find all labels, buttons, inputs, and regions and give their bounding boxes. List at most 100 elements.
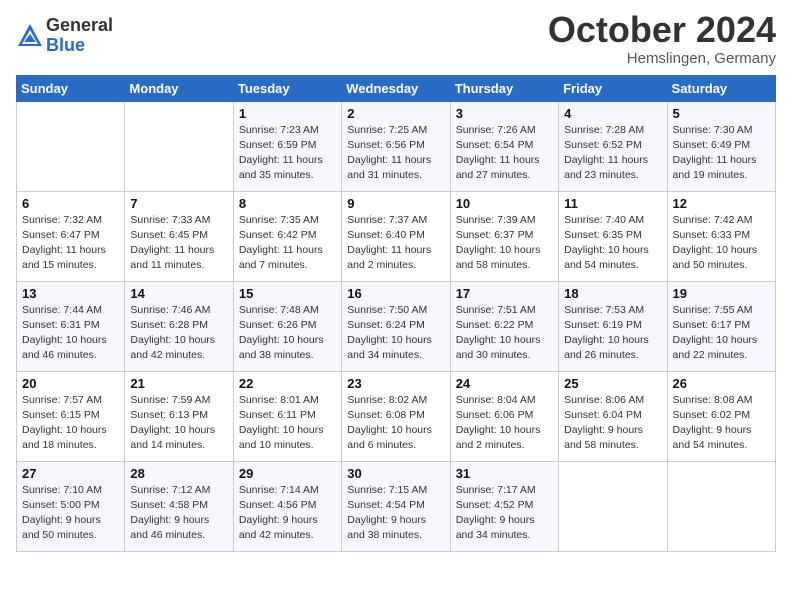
day-info: Sunrise: 7:55 AM Sunset: 6:17 PM Dayligh… bbox=[673, 303, 770, 364]
day-number: 13 bbox=[22, 286, 119, 301]
calendar-cell-w5-d6 bbox=[559, 461, 667, 551]
calendar-cell-w4-d7: 26Sunrise: 8:08 AM Sunset: 6:02 PM Dayli… bbox=[667, 371, 775, 461]
day-info: Sunrise: 7:25 AM Sunset: 6:56 PM Dayligh… bbox=[347, 123, 444, 184]
calendar-cell-w2-d4: 9 Sunrise: 7:37 AM Sunset: 6:40 PM Daylig… bbox=[342, 191, 450, 281]
logo-blue-text: Blue bbox=[46, 36, 113, 56]
calendar-cell-w1-d6: 4 Sunrise: 7:28 AM Sunset: 6:52 PM Daylig… bbox=[559, 101, 667, 191]
col-monday: Monday bbox=[125, 75, 233, 101]
calendar-cell-w2-d7: 12Sunrise: 7:42 AM Sunset: 6:33 PM Dayli… bbox=[667, 191, 775, 281]
calendar-week-2: 6 Sunrise: 7:32 AM Sunset: 6:47 PM Daylig… bbox=[17, 191, 776, 281]
col-wednesday: Wednesday bbox=[342, 75, 450, 101]
day-info: Sunrise: 7:30 AM Sunset: 6:49 PM Dayligh… bbox=[673, 123, 770, 184]
day-number: 1 bbox=[239, 106, 336, 121]
day-info: Sunrise: 7:59 AM Sunset: 6:13 PM Dayligh… bbox=[130, 393, 227, 454]
day-info: Sunrise: 7:50 AM Sunset: 6:24 PM Dayligh… bbox=[347, 303, 444, 364]
day-info: Sunrise: 7:42 AM Sunset: 6:33 PM Dayligh… bbox=[673, 213, 770, 274]
day-info: Sunrise: 7:39 AM Sunset: 6:37 PM Dayligh… bbox=[456, 213, 553, 274]
day-info: Sunrise: 7:12 AM Sunset: 4:58 PM Dayligh… bbox=[130, 483, 227, 544]
day-number: 18 bbox=[564, 286, 661, 301]
logo-text: General Blue bbox=[46, 16, 113, 56]
logo-icon bbox=[16, 22, 44, 50]
day-number: 8 bbox=[239, 196, 336, 211]
calendar-cell-w5-d4: 30 Sunrise: 7:15 AM Sunset: 4:54 PM Dayli… bbox=[342, 461, 450, 551]
col-sunday: Sunday bbox=[17, 75, 125, 101]
calendar-cell-w3-d4: 16 Sunrise: 7:50 AM Sunset: 6:24 PM Dayli… bbox=[342, 281, 450, 371]
calendar-cell-w5-d3: 29Sunrise: 7:14 AM Sunset: 4:56 PM Dayli… bbox=[233, 461, 341, 551]
calendar-cell-w2-d2: 7 Sunrise: 7:33 AM Sunset: 6:45 PM Daylig… bbox=[125, 191, 233, 281]
day-number: 29 bbox=[239, 466, 336, 481]
day-number: 22 bbox=[239, 376, 336, 391]
calendar-cell-w1-d2 bbox=[125, 101, 233, 191]
calendar-cell-w5-d1: 27Sunrise: 7:10 AM Sunset: 5:00 PM Dayli… bbox=[17, 461, 125, 551]
location-text: Hemslingen, Germany bbox=[548, 50, 776, 67]
calendar-week-4: 20 Sunrise: 7:57 AM Sunset: 6:15 PM Dayli… bbox=[17, 371, 776, 461]
day-number: 4 bbox=[564, 106, 661, 121]
calendar-cell-w3-d6: 18Sunrise: 7:53 AM Sunset: 6:19 PM Dayli… bbox=[559, 281, 667, 371]
day-number: 16 bbox=[347, 286, 444, 301]
calendar-table: Sunday Monday Tuesday Wednesday Thursday… bbox=[16, 75, 776, 552]
day-number: 31 bbox=[456, 466, 553, 481]
calendar-cell-w3-d7: 19 Sunrise: 7:55 AM Sunset: 6:17 PM Dayli… bbox=[667, 281, 775, 371]
day-info: Sunrise: 7:15 AM Sunset: 4:54 PM Dayligh… bbox=[347, 483, 444, 544]
calendar-page: General Blue October 2024 Hemslingen, Ge… bbox=[0, 0, 792, 612]
day-info: Sunrise: 8:02 AM Sunset: 6:08 PM Dayligh… bbox=[347, 393, 444, 454]
day-info: Sunrise: 7:28 AM Sunset: 6:52 PM Dayligh… bbox=[564, 123, 661, 184]
calendar-cell-w1-d5: 3 Sunrise: 7:26 AM Sunset: 6:54 PM Daylig… bbox=[450, 101, 558, 191]
calendar-cell-w5-d5: 31 Sunrise: 7:17 AM Sunset: 4:52 PM Dayli… bbox=[450, 461, 558, 551]
day-number: 3 bbox=[456, 106, 553, 121]
day-number: 5 bbox=[673, 106, 770, 121]
col-saturday: Saturday bbox=[667, 75, 775, 101]
page-header: General Blue October 2024 Hemslingen, Ge… bbox=[16, 10, 776, 67]
calendar-body: 1 Sunrise: 7:23 AM Sunset: 6:59 PM Daylig… bbox=[17, 101, 776, 551]
calendar-cell-w3-d5: 17 Sunrise: 7:51 AM Sunset: 6:22 PM Dayli… bbox=[450, 281, 558, 371]
day-info: Sunrise: 7:23 AM Sunset: 6:59 PM Dayligh… bbox=[239, 123, 336, 184]
calendar-week-3: 13Sunrise: 7:44 AM Sunset: 6:31 PM Dayli… bbox=[17, 281, 776, 371]
calendar-cell-w1-d7: 5 Sunrise: 7:30 AM Sunset: 6:49 PM Daylig… bbox=[667, 101, 775, 191]
calendar-cell-w4-d5: 24Sunrise: 8:04 AM Sunset: 6:06 PM Dayli… bbox=[450, 371, 558, 461]
day-info: Sunrise: 7:46 AM Sunset: 6:28 PM Dayligh… bbox=[130, 303, 227, 364]
day-number: 6 bbox=[22, 196, 119, 211]
calendar-cell-w5-d2: 28Sunrise: 7:12 AM Sunset: 4:58 PM Dayli… bbox=[125, 461, 233, 551]
day-info: Sunrise: 7:57 AM Sunset: 6:15 PM Dayligh… bbox=[22, 393, 119, 454]
calendar-week-1: 1 Sunrise: 7:23 AM Sunset: 6:59 PM Daylig… bbox=[17, 101, 776, 191]
day-number: 11 bbox=[564, 196, 661, 211]
day-info: Sunrise: 7:37 AM Sunset: 6:40 PM Dayligh… bbox=[347, 213, 444, 274]
calendar-cell-w4-d3: 22 Sunrise: 8:01 AM Sunset: 6:11 PM Dayli… bbox=[233, 371, 341, 461]
calendar-cell-w3-d2: 14 Sunrise: 7:46 AM Sunset: 6:28 PM Dayli… bbox=[125, 281, 233, 371]
day-number: 23 bbox=[347, 376, 444, 391]
logo: General Blue bbox=[16, 16, 113, 56]
calendar-cell-w4-d1: 20 Sunrise: 7:57 AM Sunset: 6:15 PM Dayli… bbox=[17, 371, 125, 461]
calendar-cell-w2-d6: 11Sunrise: 7:40 AM Sunset: 6:35 PM Dayli… bbox=[559, 191, 667, 281]
day-info: Sunrise: 7:51 AM Sunset: 6:22 PM Dayligh… bbox=[456, 303, 553, 364]
calendar-cell-w2-d3: 8 Sunrise: 7:35 AM Sunset: 6:42 PM Daylig… bbox=[233, 191, 341, 281]
day-number: 9 bbox=[347, 196, 444, 211]
calendar-cell-w1-d4: 2Sunrise: 7:25 AM Sunset: 6:56 PM Daylig… bbox=[342, 101, 450, 191]
calendar-cell-w4-d6: 25Sunrise: 8:06 AM Sunset: 6:04 PM Dayli… bbox=[559, 371, 667, 461]
day-info: Sunrise: 8:06 AM Sunset: 6:04 PM Dayligh… bbox=[564, 393, 661, 454]
day-info: Sunrise: 7:17 AM Sunset: 4:52 PM Dayligh… bbox=[456, 483, 553, 544]
day-info: Sunrise: 8:01 AM Sunset: 6:11 PM Dayligh… bbox=[239, 393, 336, 454]
calendar-cell-w2-d5: 10Sunrise: 7:39 AM Sunset: 6:37 PM Dayli… bbox=[450, 191, 558, 281]
calendar-cell-w5-d7 bbox=[667, 461, 775, 551]
day-number: 27 bbox=[22, 466, 119, 481]
day-number: 20 bbox=[22, 376, 119, 391]
calendar-cell-w3-d1: 13Sunrise: 7:44 AM Sunset: 6:31 PM Dayli… bbox=[17, 281, 125, 371]
day-number: 26 bbox=[673, 376, 770, 391]
day-info: Sunrise: 7:32 AM Sunset: 6:47 PM Dayligh… bbox=[22, 213, 119, 274]
month-title: October 2024 bbox=[548, 10, 776, 50]
day-info: Sunrise: 7:35 AM Sunset: 6:42 PM Dayligh… bbox=[239, 213, 336, 274]
day-number: 19 bbox=[673, 286, 770, 301]
day-info: Sunrise: 7:26 AM Sunset: 6:54 PM Dayligh… bbox=[456, 123, 553, 184]
day-info: Sunrise: 7:33 AM Sunset: 6:45 PM Dayligh… bbox=[130, 213, 227, 274]
calendar-header-row: Sunday Monday Tuesday Wednesday Thursday… bbox=[17, 75, 776, 101]
col-tuesday: Tuesday bbox=[233, 75, 341, 101]
day-number: 24 bbox=[456, 376, 553, 391]
calendar-cell-w3-d3: 15Sunrise: 7:48 AM Sunset: 6:26 PM Dayli… bbox=[233, 281, 341, 371]
calendar-cell-w4-d2: 21Sunrise: 7:59 AM Sunset: 6:13 PM Dayli… bbox=[125, 371, 233, 461]
day-number: 30 bbox=[347, 466, 444, 481]
day-number: 7 bbox=[130, 196, 227, 211]
day-number: 15 bbox=[239, 286, 336, 301]
day-number: 17 bbox=[456, 286, 553, 301]
day-number: 14 bbox=[130, 286, 227, 301]
calendar-week-5: 27Sunrise: 7:10 AM Sunset: 5:00 PM Dayli… bbox=[17, 461, 776, 551]
